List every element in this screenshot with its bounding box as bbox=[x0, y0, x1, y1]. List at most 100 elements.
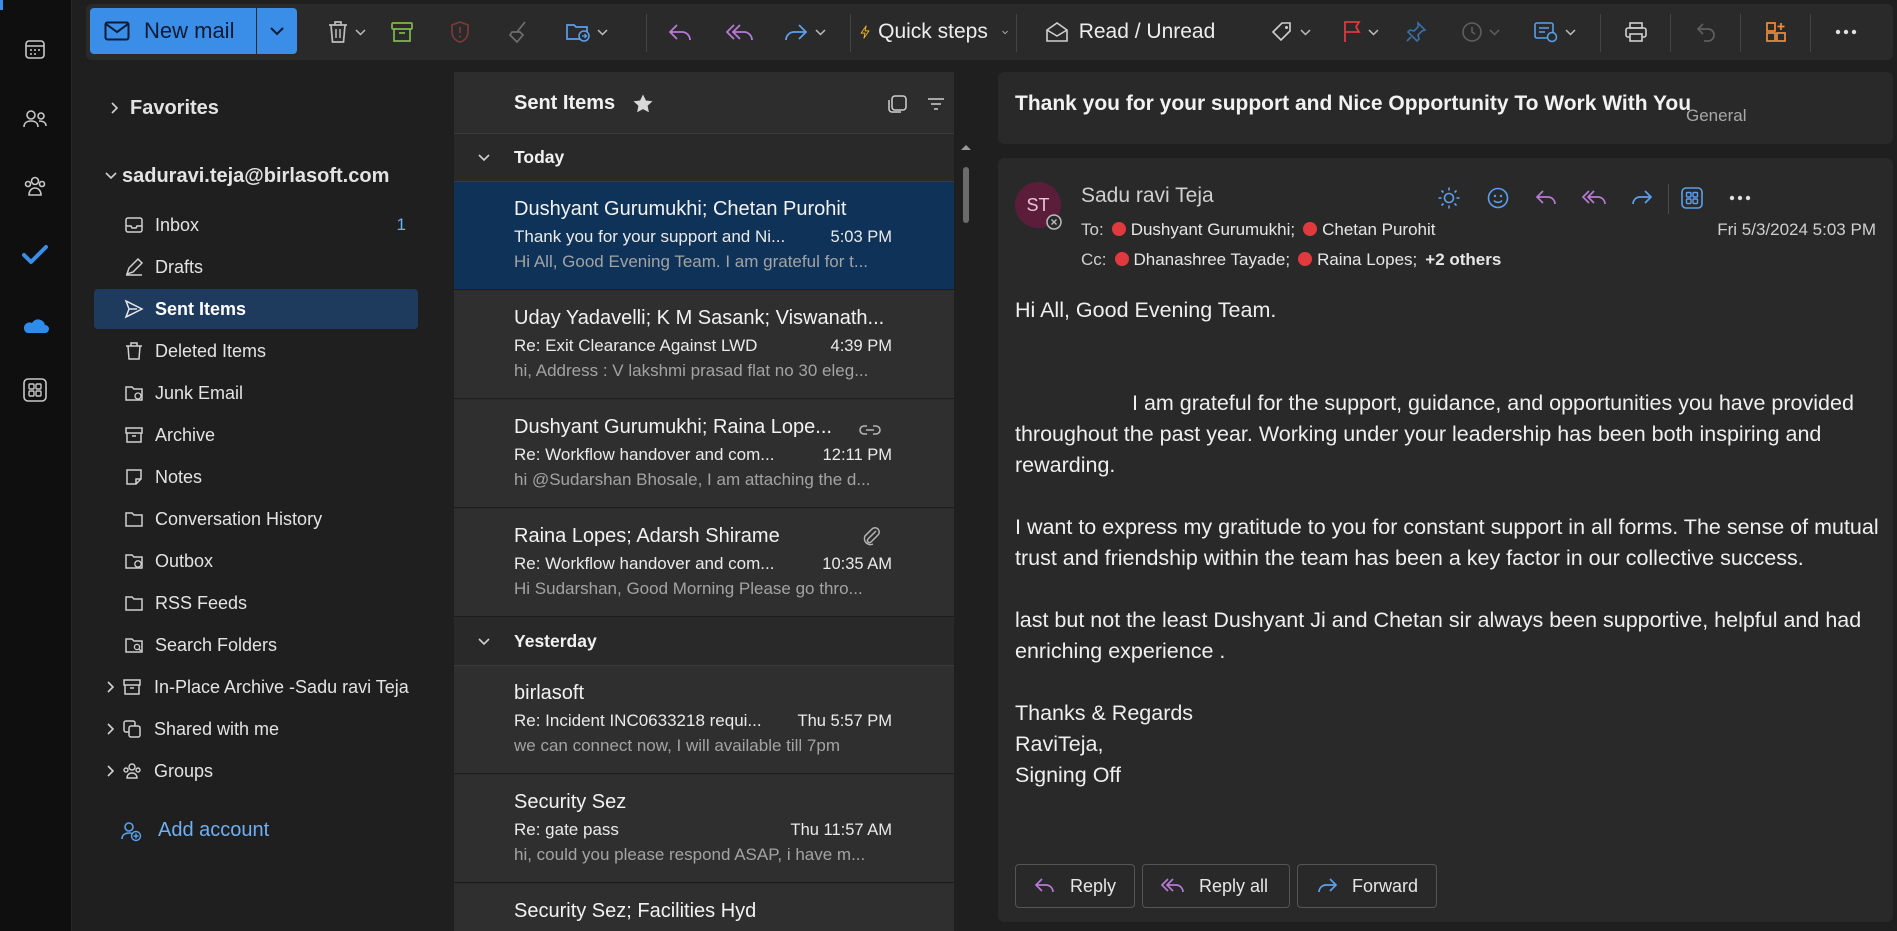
groups-icon[interactable] bbox=[16, 168, 54, 206]
junk-folder-icon bbox=[125, 386, 143, 401]
folder-conversation-history[interactable]: Conversation History bbox=[94, 499, 418, 539]
forward-toolbar-button[interactable] bbox=[774, 4, 834, 60]
archive-button[interactable] bbox=[382, 4, 422, 60]
reply-icon bbox=[1535, 190, 1556, 205]
message-row[interactable]: Dushyant Gurumukhi; Chetan Purohit Thank… bbox=[454, 182, 954, 290]
todo-icon[interactable] bbox=[16, 236, 54, 274]
select-icon[interactable] bbox=[888, 95, 908, 113]
group-header-yesterday[interactable]: Yesterday bbox=[454, 618, 954, 666]
message-row[interactable]: birlasoft Re: Incident INC0633218 requi.… bbox=[454, 666, 954, 774]
chevron-down-icon bbox=[1367, 28, 1379, 36]
body-paragraph: last but not the least Dushyant Ji and C… bbox=[1015, 608, 1862, 663]
sweep-button[interactable] bbox=[498, 4, 538, 60]
immersive-reader-button[interactable] bbox=[1435, 184, 1463, 212]
new-mail-dropdown[interactable] bbox=[257, 8, 297, 54]
apps-addin-button[interactable] bbox=[1752, 4, 1800, 60]
more-recipients-link[interactable]: +2 others bbox=[1425, 250, 1501, 270]
folder-archive[interactable]: Archive bbox=[94, 415, 418, 455]
presence-busy-dot bbox=[1111, 222, 1126, 236]
print-button[interactable] bbox=[1612, 4, 1660, 60]
folder-inbox[interactable]: Inbox 1 bbox=[94, 205, 418, 245]
scroll-up-icon[interactable] bbox=[960, 143, 972, 151]
body-spacer bbox=[1015, 326, 1885, 388]
rules-button[interactable] bbox=[1524, 4, 1584, 60]
categorize-button[interactable] bbox=[1262, 4, 1318, 60]
folder-icon bbox=[125, 512, 143, 527]
more-options-button[interactable] bbox=[1822, 4, 1870, 60]
chevron-down-icon bbox=[596, 28, 608, 36]
onedrive-icon[interactable] bbox=[16, 306, 54, 344]
in-place-archive-group[interactable]: In-Place Archive -Sadu ravi Teja bbox=[94, 667, 418, 707]
folder-deleted-items[interactable]: Deleted Items bbox=[94, 331, 418, 371]
unread-count: 1 bbox=[396, 215, 406, 234]
forward-icon-button[interactable] bbox=[1628, 184, 1656, 212]
lightning-icon bbox=[860, 25, 870, 39]
reply-icon-button[interactable] bbox=[1532, 184, 1560, 212]
sender-name[interactable]: Sadu ravi Teja bbox=[1081, 184, 1214, 208]
presence-busy-dot bbox=[1303, 222, 1318, 236]
filter-icon[interactable] bbox=[926, 96, 946, 112]
shield-icon bbox=[451, 21, 469, 43]
flag-button[interactable] bbox=[1332, 4, 1388, 60]
undo-button[interactable] bbox=[1682, 4, 1730, 60]
message-more-button[interactable] bbox=[1726, 184, 1754, 212]
message-row[interactable]: Dushyant Gurumukhi; Raina Lope... Re: Wo… bbox=[454, 400, 954, 508]
report-button[interactable] bbox=[440, 4, 480, 60]
apps-icon[interactable] bbox=[16, 371, 54, 409]
calendar-icon[interactable] bbox=[16, 30, 54, 68]
reaction-button[interactable] bbox=[1484, 184, 1512, 212]
pin-button[interactable] bbox=[1396, 4, 1436, 60]
undo-icon bbox=[1696, 23, 1715, 42]
chevron-down-icon bbox=[1002, 30, 1008, 34]
folder-rss-feeds[interactable]: RSS Feeds bbox=[94, 583, 418, 623]
recipient[interactable]: Chetan Purohit bbox=[1303, 220, 1436, 240]
star-icon[interactable] bbox=[632, 93, 654, 115]
reply-all-button[interactable]: Reply all bbox=[1142, 864, 1290, 908]
reply-button[interactable]: Reply bbox=[1015, 864, 1135, 908]
folder-search-folders[interactable]: Search Folders bbox=[94, 625, 418, 665]
recipient[interactable]: Dhanashree Tayade; bbox=[1114, 250, 1290, 270]
shared-with-me-group[interactable]: Shared with me bbox=[94, 709, 418, 749]
groups-group[interactable]: Groups bbox=[94, 751, 418, 791]
clock-icon bbox=[1461, 22, 1482, 42]
message-sender: birlasoft bbox=[514, 682, 585, 704]
reply-toolbar-button[interactable] bbox=[654, 4, 706, 60]
add-account-link[interactable]: Add account bbox=[94, 810, 334, 850]
forward-button[interactable]: Forward bbox=[1297, 864, 1437, 908]
move-to-button[interactable] bbox=[556, 4, 616, 60]
favorites-group[interactable]: Favorites bbox=[94, 88, 418, 128]
recipient[interactable]: Dushyant Gurumukhi; bbox=[1111, 220, 1295, 240]
account-group[interactable]: saduravi.teja@birlasoft.com bbox=[94, 156, 418, 196]
group-header-today[interactable]: Today bbox=[454, 134, 954, 182]
reply-all-icon-button[interactable] bbox=[1580, 184, 1608, 212]
message-row[interactable]: Security Sez Re: gate pass Thu 11:57 AM … bbox=[454, 775, 954, 883]
inbox-icon bbox=[125, 217, 143, 233]
read-unread-button[interactable]: Read / Unread bbox=[1028, 4, 1232, 60]
toolbar-divider bbox=[646, 14, 647, 52]
folder-drafts[interactable]: Drafts bbox=[94, 247, 418, 287]
folder-notes[interactable]: Notes bbox=[94, 457, 418, 497]
quick-steps-button[interactable]: Quick steps bbox=[860, 4, 1008, 60]
message-row[interactable]: Security Sez; Facilities Hyd bbox=[454, 884, 954, 931]
apps-button[interactable] bbox=[1678, 184, 1706, 212]
folder-sent-items[interactable]: Sent Items bbox=[94, 289, 418, 329]
people-icon[interactable] bbox=[16, 100, 54, 138]
message-preview: we can connect now, I will available til… bbox=[514, 736, 840, 755]
message-list-scrollbar[interactable] bbox=[963, 167, 969, 223]
folder-outbox[interactable]: Outbox bbox=[94, 541, 418, 581]
new-mail-label: New mail bbox=[144, 18, 235, 43]
folder-label: Conversation History bbox=[155, 508, 323, 529]
snooze-button[interactable] bbox=[1452, 4, 1508, 60]
delete-button[interactable] bbox=[318, 4, 374, 60]
trash-icon bbox=[126, 342, 142, 360]
signature-line: Signing Off bbox=[1015, 763, 1121, 787]
envelope-open-icon bbox=[1045, 22, 1068, 42]
message-list: Sent Items Today Dushyant Gurumukhi; Che… bbox=[454, 72, 954, 931]
reply-all-toolbar-button[interactable] bbox=[714, 4, 766, 60]
toolbar-divider bbox=[850, 14, 851, 52]
folder-junk-email[interactable]: Junk Email bbox=[94, 373, 418, 413]
message-row[interactable]: Uday Yadavelli; K M Sasank; Viswanath...… bbox=[454, 291, 954, 399]
recipient[interactable]: Raina Lopes; bbox=[1298, 250, 1417, 270]
new-mail-button[interactable]: New mail bbox=[90, 8, 256, 54]
message-row[interactable]: Raina Lopes; Adarsh Shirame Re: Workflow… bbox=[454, 509, 954, 617]
